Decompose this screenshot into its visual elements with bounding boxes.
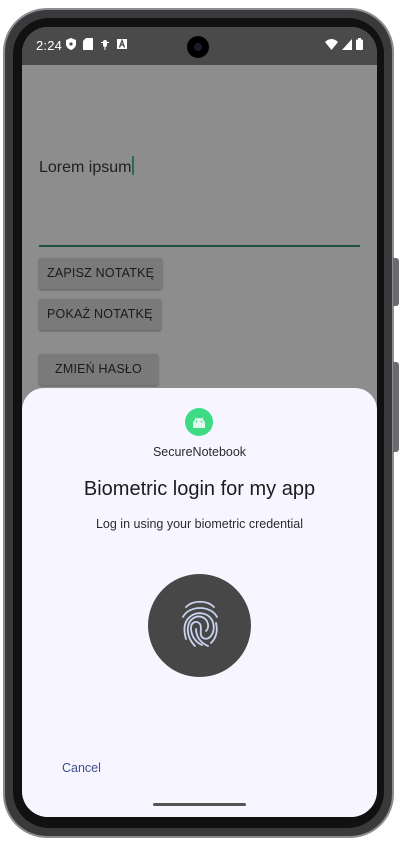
note-input[interactable]: Lorem ipsum	[39, 156, 134, 177]
dialog-title: Biometric login for my app	[83, 478, 316, 500]
status-system-icons	[325, 38, 363, 50]
note-input-underline	[39, 245, 360, 247]
front-camera	[187, 36, 209, 58]
biometric-prompt-dialog: SecureNotebook Biometric login for my ap…	[22, 388, 377, 817]
android-robot-icon	[193, 417, 205, 428]
text-cursor	[132, 156, 134, 175]
fingerprint-icon	[182, 600, 218, 647]
cancel-button[interactable]: Cancel	[62, 761, 101, 775]
dialog-app-name: SecureNotebook	[152, 445, 247, 459]
battery-icon	[356, 38, 363, 50]
android-app-icon	[185, 408, 213, 436]
a-icon	[117, 38, 127, 49]
status-bar: 2:24	[22, 27, 377, 65]
change-password-button[interactable]: ZMIEŃ HASŁO	[39, 354, 158, 385]
device-screen: 2:24 Lorem ipsum ZAPISZ NOTATKĘ POKAŻ NO…	[22, 27, 377, 817]
note-input-value: Lorem ipsum	[39, 159, 132, 176]
show-note-button[interactable]: POKAŻ NOTATKĘ	[39, 299, 161, 330]
sd-card-icon	[83, 38, 93, 50]
status-time: 2:24	[36, 38, 63, 53]
gesture-navigation-bar[interactable]	[153, 803, 246, 806]
power-button	[393, 362, 399, 452]
fingerprint-sensor-indicator[interactable]	[148, 574, 251, 677]
signal-icon	[342, 38, 352, 50]
wifi-icon	[325, 38, 338, 50]
status-notification-icons	[66, 38, 127, 50]
android-debug-icon	[101, 40, 109, 50]
volume-button	[393, 258, 399, 306]
shield-icon	[66, 38, 76, 50]
dialog-subtitle: Log in using your biometric credential	[95, 517, 304, 531]
save-note-button[interactable]: ZAPISZ NOTATKĘ	[39, 258, 163, 289]
